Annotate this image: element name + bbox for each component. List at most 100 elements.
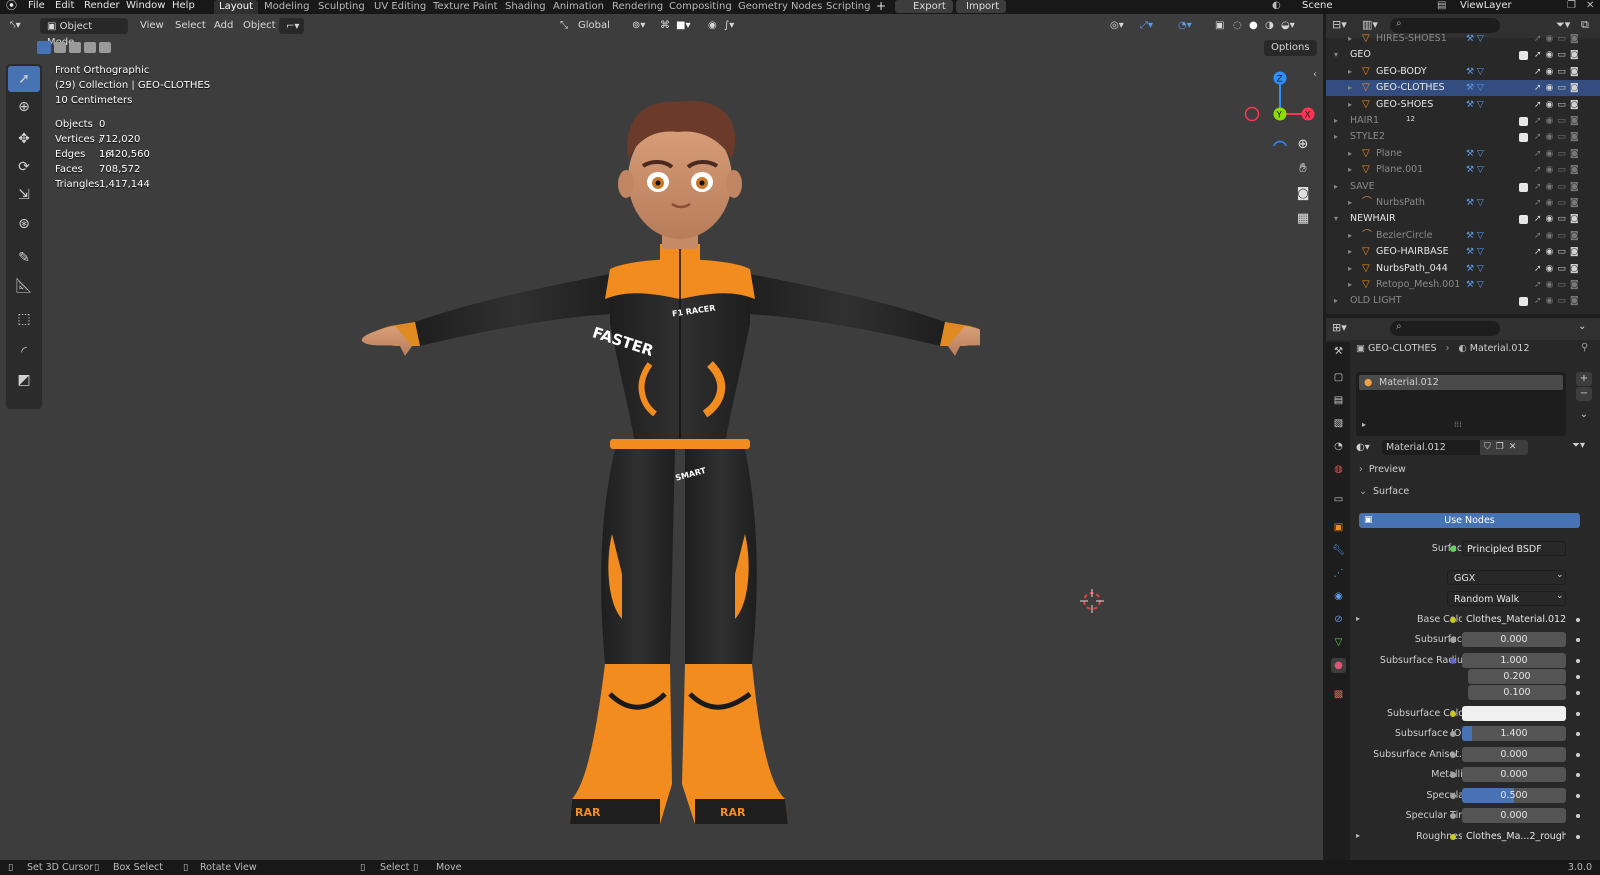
keyframe-dot-icon[interactable] <box>1576 691 1580 695</box>
bsdf-input-field[interactable]: 0.500 <box>1462 788 1566 803</box>
modifier-icon[interactable]: ⚒ ▽ <box>1466 31 1484 47</box>
cursor-tool[interactable]: ⊕ <box>8 94 40 120</box>
add-cube-tool[interactable]: ⬚ <box>8 306 40 332</box>
modifier-icon[interactable]: ⚒ ▽ <box>1466 64 1484 80</box>
expand-arrow-icon[interactable]: ▸ <box>1334 113 1338 129</box>
select-subtract-icon[interactable] <box>69 42 81 53</box>
expand-arrow-icon[interactable]: ▸ <box>1348 146 1352 162</box>
shear-tool[interactable]: ◜ <box>8 339 40 365</box>
rip-tool[interactable]: ◩ <box>8 367 40 393</box>
keyframe-dot-icon[interactable] <box>1576 712 1580 716</box>
tab-shading[interactable]: Shading <box>500 0 551 14</box>
modifier-icon[interactable]: ⚒ ▽ <box>1466 228 1484 244</box>
tab-uv-editing[interactable]: UV Editing <box>369 0 431 14</box>
zoom-icon[interactable]: ⊕ <box>1293 134 1313 154</box>
exclude-checkbox[interactable] <box>1519 117 1528 126</box>
visibility-toggles[interactable]: ➚◉▭◙ <box>1534 277 1598 293</box>
bsdf-input-field[interactable]: 1.000 <box>1462 653 1566 668</box>
tab-modeling[interactable]: Modeling <box>259 0 315 14</box>
exclude-checkbox[interactable] <box>1519 297 1528 307</box>
exclude-checkbox[interactable] <box>1519 51 1528 61</box>
grid-icon[interactable]: ▦ <box>1293 208 1313 228</box>
blender-logo-icon[interactable]: ⦿ <box>6 0 17 12</box>
bsdf-input-field[interactable]: 0.000 <box>1462 747 1566 762</box>
expand-arrow-icon[interactable]: ▸ <box>1348 228 1352 244</box>
exclude-checkbox[interactable] <box>1519 182 1528 192</box>
menu-add[interactable]: Add <box>214 18 233 34</box>
input-socket-icon[interactable] <box>1450 813 1456 819</box>
copy-icon[interactable]: ❐ <box>1567 0 1576 12</box>
sidebar-toggle-icon[interactable]: ‹ <box>1313 69 1317 80</box>
3d-viewport[interactable]: ⤣▾ ▣ Object Mode View Select Add Object … <box>0 14 1323 860</box>
visibility-toggles[interactable]: ➚◉▭◙ <box>1534 293 1598 309</box>
bsdf-input-field[interactable]: 0.000 <box>1462 808 1566 823</box>
bsdf-input-field[interactable] <box>1462 706 1566 721</box>
material-name-field[interactable]: Material.012 <box>1382 440 1480 455</box>
outliner-collection-row[interactable]: ▸ STYLE2 ➚◉▭◙ <box>1326 129 1600 145</box>
keyframe-dot-icon[interactable] <box>1576 638 1580 642</box>
keyframe-dot-icon[interactable] <box>1576 753 1580 757</box>
keyframe-dot-icon[interactable] <box>1576 773 1580 777</box>
outliner-object-row[interactable]: ▸ ▽ Plane.001 ⚒ ▽ ➚◉▭◙ <box>1326 162 1600 178</box>
snap-icon[interactable]: ⌘ <box>660 18 670 34</box>
tab-sculpting[interactable]: Sculpting <box>313 0 370 14</box>
outliner-object-row[interactable]: ▸ ▽ HIRES-SHOES1 ⚒ ▽ ➚◉▭◙ <box>1326 31 1600 47</box>
menu-window[interactable]: Window <box>126 0 165 12</box>
view-layer-tab-icon[interactable]: ▧ <box>1331 416 1346 431</box>
slot-specials-icon[interactable]: ⌄ <box>1576 408 1592 422</box>
select-invert-icon[interactable] <box>84 42 96 53</box>
menu-file[interactable]: File <box>28 0 45 12</box>
surface-shader-selector[interactable]: Principled BSDF <box>1462 541 1566 556</box>
resize-grip-icon[interactable]: ⁞⁞⁞ <box>1454 420 1462 429</box>
menu-help[interactable]: Help <box>172 0 195 12</box>
expand-arrow-icon[interactable]: ▸ <box>1348 97 1352 113</box>
transform-orientation-selector[interactable]: Global <box>578 18 610 34</box>
bsdf-input-field[interactable]: Clothes_Ma...2_rough.jpg <box>1462 829 1566 844</box>
falloff-icon[interactable]: ∫▾ <box>724 18 734 34</box>
visibility-toggles[interactable]: ➚◉▭◙ <box>1534 64 1598 80</box>
expand-icon[interactable]: ▸ <box>1356 614 1360 623</box>
proportional-edit-icon[interactable]: ◉ <box>708 18 717 34</box>
visibility-toggles[interactable]: ➚◉▭◙ <box>1534 179 1598 195</box>
bsdf-input-field[interactable]: 0.000 <box>1462 632 1566 647</box>
outliner-object-row[interactable]: ▸ ▽ Retopo_Mesh.001 ⚒ ▽ ➚◉▭◙ <box>1326 277 1600 293</box>
bsdf-input-field[interactable]: 1.400 <box>1462 726 1566 741</box>
visibility-toggles[interactable]: ➚◉▭◙ <box>1534 244 1598 260</box>
character-model[interactable]: FASTER F1 RACER SMART RAR RAR <box>360 84 980 844</box>
scene-tab-icon[interactable]: ◔ <box>1331 439 1346 454</box>
input-socket-icon[interactable] <box>1450 658 1456 664</box>
modifier-icon[interactable]: ⚒ ▽ <box>1466 261 1484 277</box>
wireframe-shading-icon[interactable]: ◌ <box>1233 18 1242 34</box>
material-browse-icon[interactable]: ◐▾ <box>1356 440 1374 455</box>
bsdf-input-field[interactable]: 0.100 <box>1468 685 1566 700</box>
properties-editor-icon[interactable]: ⊞▾ <box>1332 321 1347 334</box>
input-socket-icon[interactable] <box>1450 637 1456 643</box>
scene-selector[interactable]: Scene <box>1302 0 1333 12</box>
unlink-icon[interactable]: ✕ <box>1509 442 1522 452</box>
tool-tab-icon[interactable]: ⚒ <box>1331 344 1346 359</box>
properties-search-input[interactable]: ⌕ <box>1390 321 1500 336</box>
camera-icon[interactable]: ◙ <box>1293 183 1313 203</box>
pivot-icon[interactable]: ⊚▾ <box>632 18 645 34</box>
options-button[interactable]: Options <box>1264 40 1317 56</box>
expand-arrow-icon[interactable]: ▸ <box>1348 64 1352 80</box>
transform-tool[interactable]: ⊛ <box>8 211 40 237</box>
modifier-icon[interactable]: ⚒ ▽ <box>1466 80 1484 96</box>
solid-shading-icon[interactable]: ● <box>1249 18 1258 34</box>
editor-type-icon[interactable]: ⤣▾ <box>10 18 21 34</box>
distribution-dropdown[interactable]: GGX <box>1447 570 1566 585</box>
select-extend-icon[interactable] <box>54 42 66 53</box>
mode-selector[interactable]: ▣ Object Mode <box>40 18 128 48</box>
menu-render[interactable]: Render <box>84 0 120 12</box>
material-tab-icon[interactable]: ● <box>1331 658 1346 673</box>
annotate-tool[interactable]: ✎ <box>8 245 40 271</box>
visibility-toggles[interactable]: ➚◉▭◙ <box>1534 113 1598 129</box>
keyframe-dot-icon[interactable] <box>1576 675 1580 679</box>
outliner-collection-row[interactable]: ▸ OLD LIGHT ➚◉▭◙ <box>1326 293 1600 309</box>
modifier-icon[interactable]: ⚒ ▽ <box>1466 277 1484 293</box>
new-collection-icon[interactable]: ⧉ <box>1581 18 1589 32</box>
export-button[interactable]: Export <box>895 0 953 13</box>
modifier-icon[interactable]: ⚒ ▽ <box>1466 195 1484 211</box>
visibility-toggles[interactable]: ➚◉▭◙ <box>1534 228 1598 244</box>
display-mode-icon[interactable]: ▥▾ <box>1362 18 1378 31</box>
